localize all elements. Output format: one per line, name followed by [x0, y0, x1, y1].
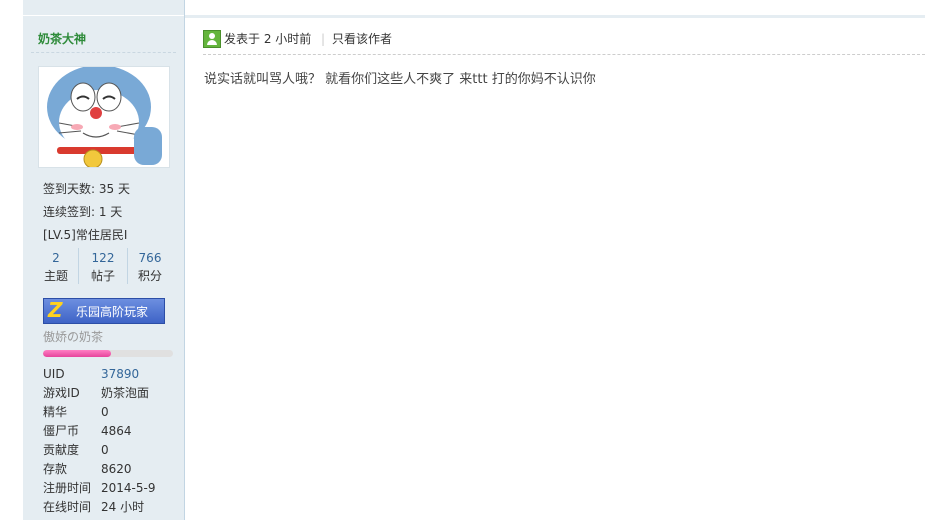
- checkin-days: 签到天数: 35 天: [43, 182, 130, 196]
- user-counts: 2 主题 122 帖子 766 积分: [43, 248, 167, 288]
- info-row-deposit: 存款 8620: [43, 460, 183, 479]
- info-key: 注册时间: [43, 481, 92, 495]
- username-link[interactable]: 奶茶大神: [38, 30, 86, 47]
- count-threads-label: 主题: [43, 269, 68, 283]
- only-author-link[interactable]: 只看该作者: [332, 30, 392, 48]
- info-row-uid: UID 37890: [43, 365, 183, 384]
- user-profile-sidebar: 奶茶大神 签到天数: 35 天 连续签到: 1 天 [LV.5]常住居民I 2 …: [23, 0, 185, 520]
- count-credits-value: 766: [138, 251, 162, 265]
- count-posts-label: 帖子: [90, 269, 115, 283]
- info-key: 精华: [43, 405, 68, 419]
- info-value: 奶茶泡面: [101, 386, 150, 400]
- count-separator: [127, 248, 128, 284]
- info-value-uid-link[interactable]: 37890: [101, 365, 139, 384]
- user-info-list: UID 37890 游戏ID 奶茶泡面 精华 0 僵尸币 4864 贡献度 0 …: [43, 365, 183, 517]
- medal-z-icon: Z: [48, 298, 63, 322]
- count-credits[interactable]: 766 积分: [130, 248, 170, 284]
- avatar-image: [39, 67, 169, 167]
- user-level[interactable]: [LV.5]常住居民I: [43, 226, 127, 243]
- header-separator: |: [321, 32, 326, 46]
- progress-bar: [43, 350, 173, 357]
- info-value: 2014-5-9: [101, 481, 156, 495]
- medal-badge[interactable]: Z 乐园高阶玩家: [43, 298, 165, 324]
- avatar[interactable]: [38, 66, 170, 168]
- info-row-contribution: 贡献度 0: [43, 441, 183, 460]
- checkin-streak: 连续签到: 1 天: [43, 205, 123, 219]
- info-key: UID: [43, 367, 65, 381]
- info-value: 8620: [101, 462, 132, 476]
- info-key: 在线时间: [43, 500, 92, 514]
- sidebar-divider: [31, 52, 176, 53]
- count-threads-value: 2: [52, 251, 60, 265]
- info-row-game-id: 游戏ID 奶茶泡面: [43, 384, 183, 403]
- sidebar-top-strip: [23, 0, 184, 16]
- user-nickname: 傲娇の奶茶: [43, 330, 104, 344]
- count-threads[interactable]: 2 主题: [36, 248, 76, 284]
- count-credits-label: 积分: [137, 269, 162, 283]
- info-key: 僵尸币: [43, 424, 80, 438]
- count-posts[interactable]: 122 帖子: [83, 248, 123, 284]
- info-key: 贡献度: [43, 443, 80, 457]
- previous-post-footer-strip: [185, 0, 925, 18]
- progress-bar-fill: [43, 350, 111, 357]
- count-separator: [78, 248, 79, 284]
- info-value: 0: [101, 405, 109, 419]
- info-value: 0: [101, 443, 109, 457]
- info-value: 4864: [101, 424, 132, 438]
- info-row-register-date: 注册时间 2014-5-9: [43, 479, 183, 498]
- post-content: 说实话就叫骂人哦？ 就看你们这些人不爽了 来ttt 打的你妈不认识你: [204, 72, 596, 87]
- info-row-zombie-coins: 僵尸币 4864: [43, 422, 183, 441]
- online-status-icon: [203, 30, 221, 48]
- info-row-online-time: 在线时间 24 小时: [43, 498, 183, 517]
- info-key: 游戏ID: [43, 386, 80, 400]
- post-header-divider: [203, 54, 925, 55]
- count-posts-value: 122: [91, 251, 115, 265]
- info-key: 存款: [43, 462, 68, 476]
- medal-label: 乐园高阶玩家: [76, 305, 149, 319]
- info-row-digest: 精华 0: [43, 403, 183, 422]
- post-time: 发表于 2 小时前: [224, 32, 312, 46]
- info-value: 24 小时: [101, 500, 145, 514]
